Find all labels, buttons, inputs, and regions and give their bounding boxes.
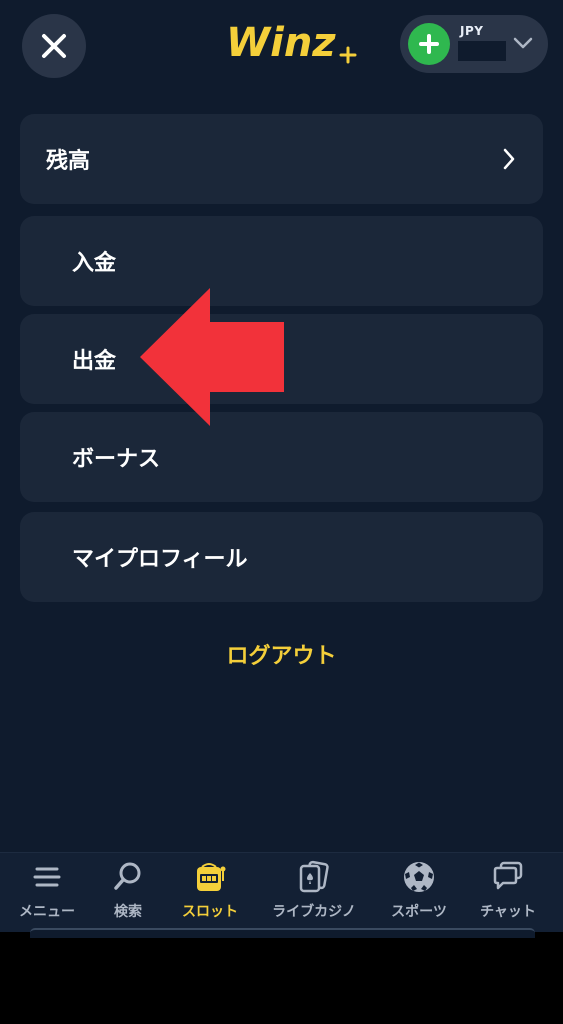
menu-item-label: 残高 bbox=[46, 149, 91, 174]
nav-tab-live-casino[interactable]: ライブカジノ bbox=[266, 859, 362, 929]
close-menu-button[interactable] bbox=[22, 14, 86, 78]
slot-machine-icon bbox=[197, 863, 226, 891]
wallet-currency: JPY bbox=[460, 24, 484, 38]
menu-item-label: マイプロフィール bbox=[72, 547, 248, 572]
plus-icon bbox=[419, 34, 439, 54]
menu-item-label: ボーナス bbox=[72, 447, 161, 472]
menu-item-label: 入金 bbox=[72, 251, 117, 276]
annotation-arrow-icon bbox=[140, 288, 284, 426]
nav-tab-label: スポーツ bbox=[391, 904, 447, 920]
menu-item-my-profile[interactable]: マイプロフィール bbox=[20, 512, 543, 602]
menu-item-label: 出金 bbox=[72, 349, 117, 374]
nav-tab-menu[interactable]: メニュー bbox=[14, 859, 80, 929]
add-funds-button[interactable] bbox=[408, 23, 450, 65]
close-icon bbox=[42, 34, 66, 58]
nav-tab-label: メニュー bbox=[19, 904, 75, 920]
winz-logo[interactable]: Winz bbox=[224, 16, 364, 68]
bottom-navigation: メニュー 検索 スロット ライブカジノ スポーツ チャット bbox=[0, 852, 563, 932]
cards-icon bbox=[299, 860, 329, 893]
soccer-ball-icon bbox=[404, 862, 434, 892]
chat-icon bbox=[493, 861, 523, 890]
nav-tab-label: ライブカジノ bbox=[272, 904, 356, 920]
nav-tab-label: スロット bbox=[182, 904, 238, 920]
bottom-sheet-edge bbox=[30, 928, 535, 938]
logout-link[interactable]: ログアウト bbox=[0, 638, 563, 670]
chevron-down-icon[interactable] bbox=[512, 35, 534, 51]
menu-item-balance[interactable]: 残高 bbox=[20, 114, 543, 204]
menu-icon bbox=[33, 867, 61, 887]
hidden-balance bbox=[458, 41, 506, 61]
svg-text:Winz: Winz bbox=[226, 20, 336, 66]
chevron-right-icon bbox=[503, 148, 515, 170]
wallet-balance-widget[interactable]: JPY bbox=[400, 15, 548, 73]
app-screen: Winz JPY 残高 入金 出金 ボーナス マイプロフィール ログアウト メニ… bbox=[0, 0, 563, 932]
nav-tab-chat[interactable]: チャット bbox=[474, 859, 542, 929]
nav-tab-slots[interactable]: スロット bbox=[176, 859, 244, 929]
search-icon bbox=[114, 862, 141, 890]
nav-tab-sports[interactable]: スポーツ bbox=[384, 859, 454, 929]
nav-tab-label: チャット bbox=[480, 904, 536, 920]
nav-tab-label: 検索 bbox=[114, 904, 142, 920]
nav-tab-search[interactable]: 検索 bbox=[100, 859, 156, 929]
